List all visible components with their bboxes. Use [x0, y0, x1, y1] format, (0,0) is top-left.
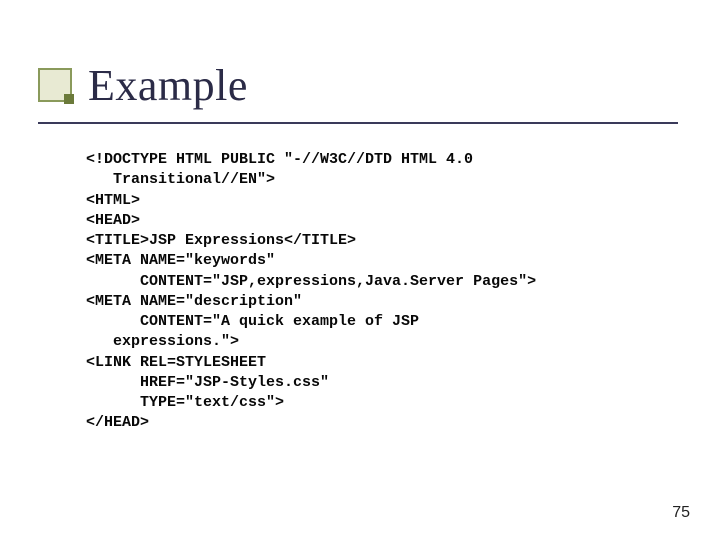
- slide-title: Example: [88, 60, 248, 111]
- code-line: TYPE="text/css">: [86, 394, 284, 411]
- title-decor-bullet: [64, 94, 74, 104]
- code-line: CONTENT="JSP,expressions,Java.Server Pag…: [86, 273, 536, 290]
- code-line: <META NAME="description": [86, 293, 302, 310]
- title-underline: [38, 122, 678, 124]
- code-line: <META NAME="keywords": [86, 252, 275, 269]
- code-line: </HEAD>: [86, 414, 149, 431]
- code-line: Transitional//EN">: [86, 171, 275, 188]
- code-line: <LINK REL=STYLESHEET: [86, 354, 266, 371]
- code-line: CONTENT="A quick example of JSP: [86, 313, 419, 330]
- code-line: <HEAD>: [86, 212, 140, 229]
- code-block: <!DOCTYPE HTML PUBLIC "-//W3C//DTD HTML …: [86, 150, 676, 434]
- code-line: <TITLE>JSP Expressions</TITLE>: [86, 232, 356, 249]
- slide: Example <!DOCTYPE HTML PUBLIC "-//W3C//D…: [0, 0, 720, 540]
- code-line: <!DOCTYPE HTML PUBLIC "-//W3C//DTD HTML …: [86, 151, 473, 168]
- code-line: expressions.">: [86, 333, 239, 350]
- page-number: 75: [672, 504, 690, 522]
- code-line: HREF="JSP-Styles.css": [86, 374, 329, 391]
- code-line: <HTML>: [86, 192, 140, 209]
